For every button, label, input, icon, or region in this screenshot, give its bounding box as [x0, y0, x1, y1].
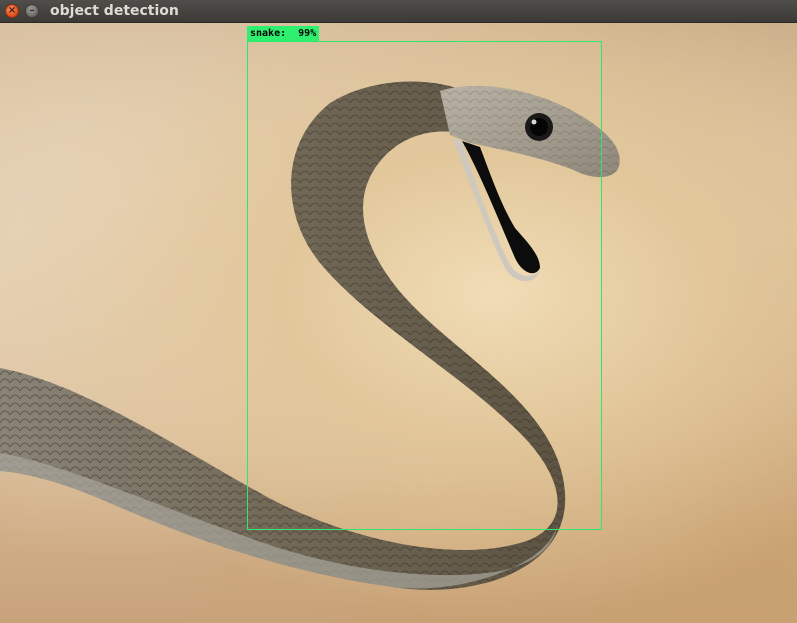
minimize-button[interactable]: –	[25, 4, 39, 18]
close-button[interactable]: ×	[5, 4, 19, 18]
minimize-icon: –	[29, 5, 35, 16]
title-bar[interactable]: × – object detection	[0, 0, 797, 23]
detection-box	[247, 41, 602, 530]
close-icon: ×	[7, 5, 17, 16]
detection-label: snake: 99%	[247, 26, 320, 41]
window-title: object detection	[50, 3, 179, 19]
app-window: × – object detection snake: 99%	[0, 0, 797, 623]
image-canvas: snake: 99%	[0, 23, 797, 623]
